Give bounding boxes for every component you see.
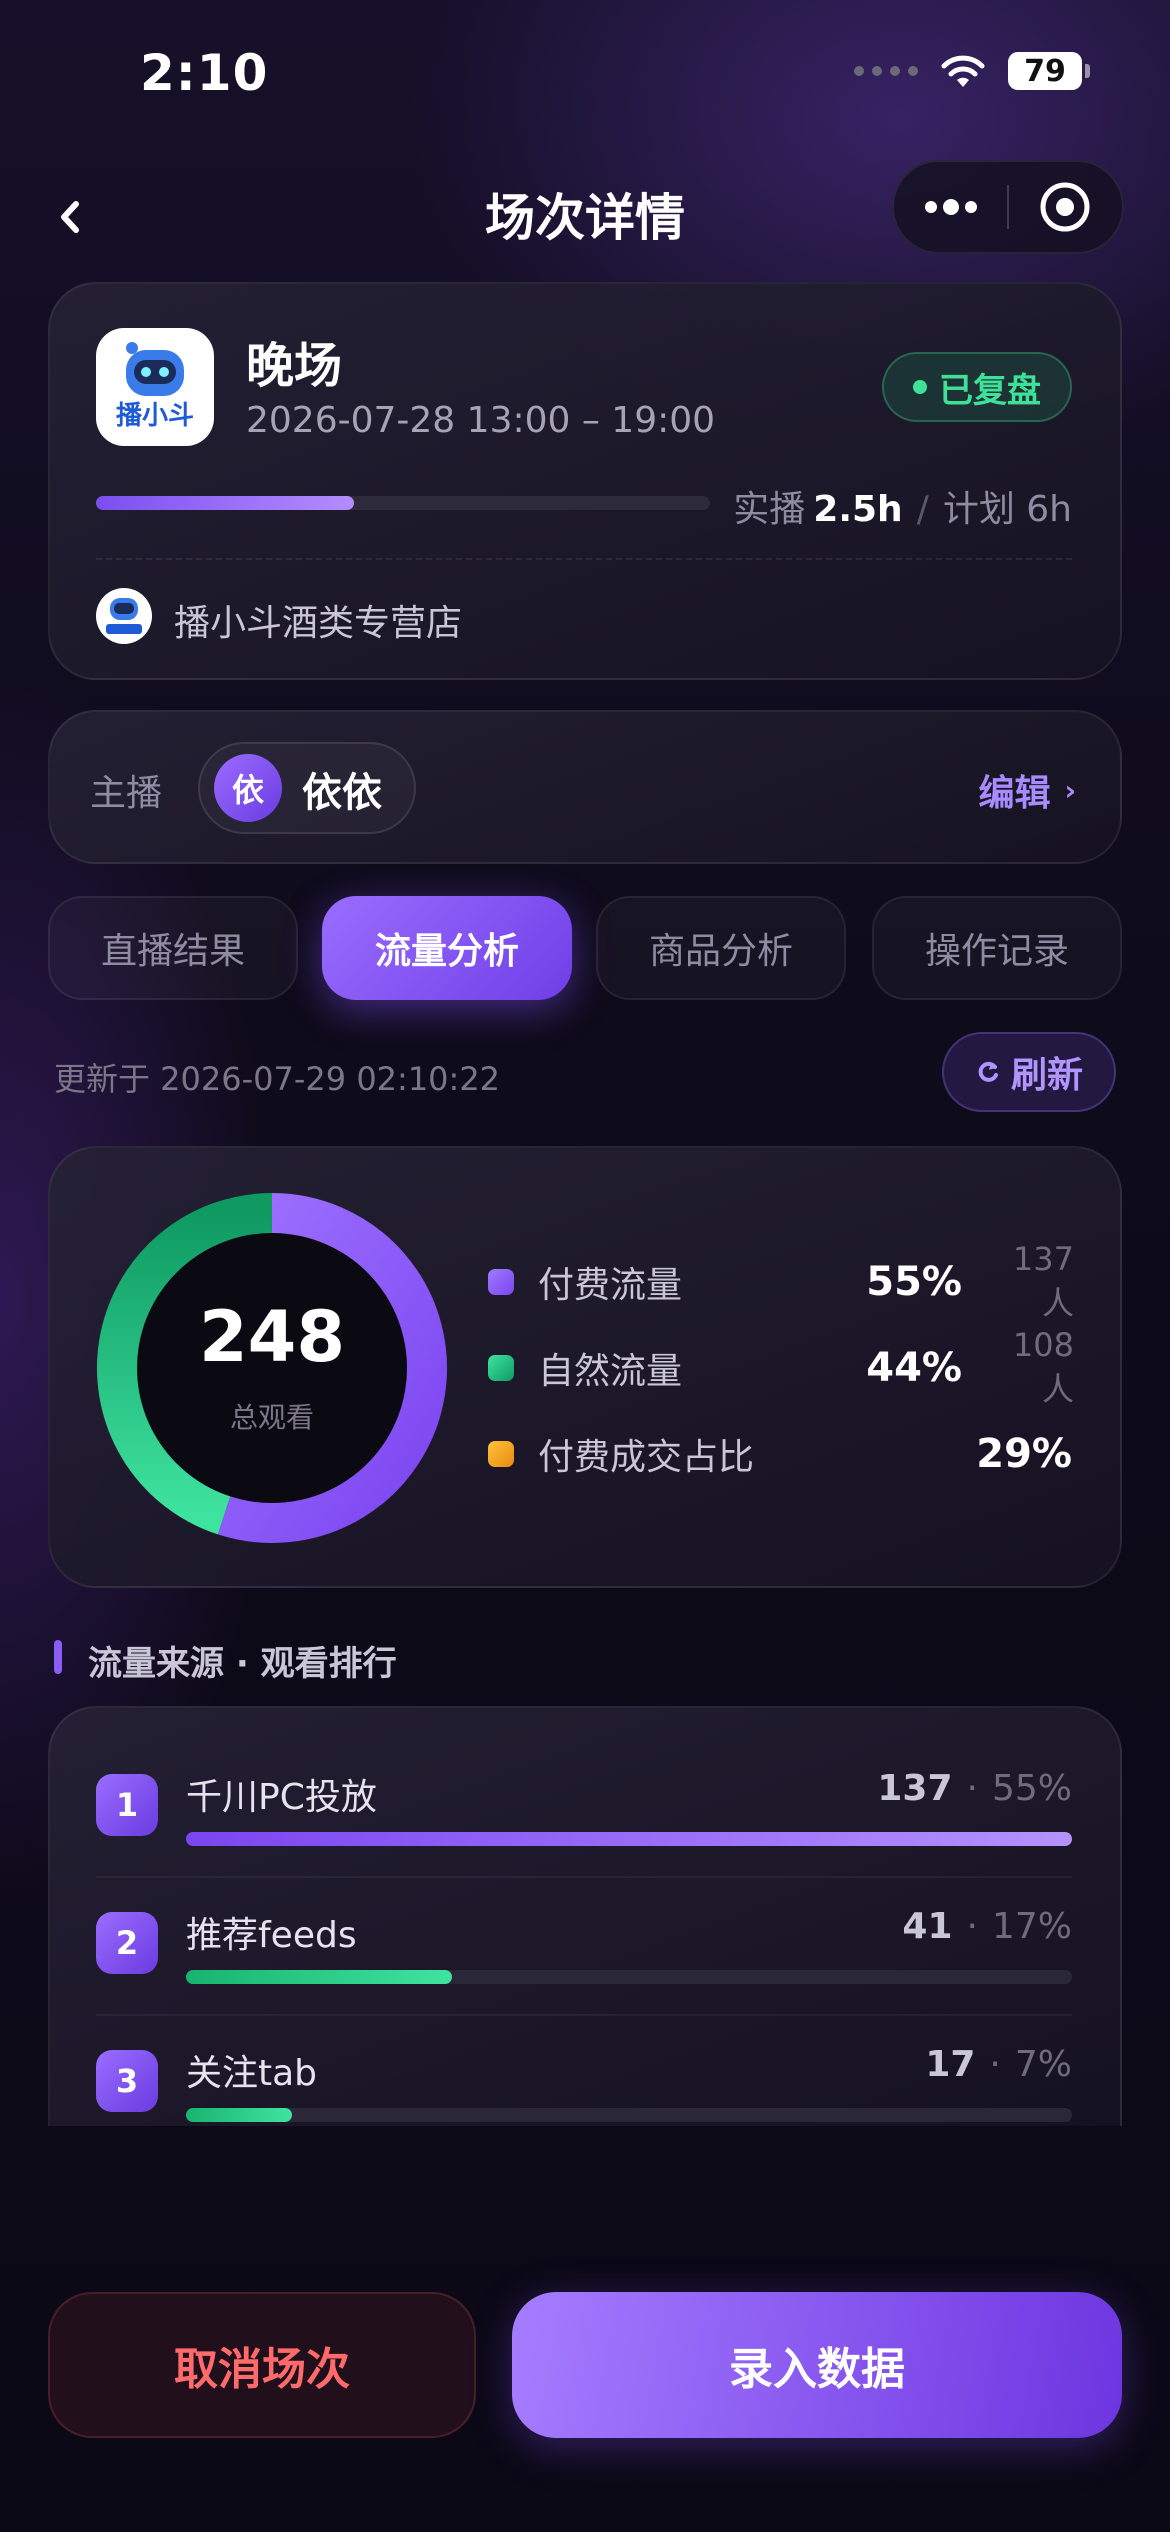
close-miniprogram-button[interactable] — [1009, 162, 1122, 252]
svg-text:播小斗: 播小斗 — [116, 401, 194, 431]
broadcast-progress-text: 实播 2.5h / 计划 6h — [733, 480, 1072, 532]
source-count: 41 — [902, 1906, 953, 1947]
edit-anchor-button[interactable]: 编辑 › — [978, 764, 1076, 816]
source-value: 41 · 17% — [902, 1906, 1072, 1947]
source-bar-track — [186, 2108, 1072, 2122]
store-avatar — [96, 588, 152, 644]
legend-paid: 付费流量 55% 137 人 — [488, 1240, 1074, 1322]
battery-level: 79 — [1008, 52, 1082, 90]
status-badge-label: 已复盘 — [939, 370, 1041, 411]
source-bar-fill — [186, 2108, 293, 2122]
refresh-icon — [978, 1061, 998, 1082]
value-dot: · — [966, 1906, 978, 1947]
wifi-icon — [941, 55, 985, 87]
actual-value: 2.5h — [813, 489, 903, 530]
legend-swatch-natural — [488, 1355, 514, 1381]
cancel-session-button[interactable]: 取消场次 — [48, 2292, 476, 2438]
status-badge: 已复盘 — [882, 352, 1072, 422]
source-pct: 7% — [1014, 2044, 1072, 2085]
section-accent-bar — [54, 1640, 62, 1674]
enter-data-button[interactable]: 录入数据 — [512, 2292, 1122, 2438]
legend-name: 付费成交占比 — [538, 1437, 755, 1478]
legend-pct: 55% — [866, 1259, 962, 1305]
legend-pct: 29% — [976, 1431, 1072, 1477]
source-value: 137 · 55% — [877, 1768, 1072, 1809]
legend-count: 137 人 — [1012, 1240, 1074, 1322]
source-pct: 55% — [991, 1768, 1072, 1809]
anchor-name: 依依 — [302, 770, 382, 816]
source-value: 17 · 7% — [925, 2044, 1072, 2085]
broadcast-progress-fill — [96, 496, 354, 510]
edit-label: 编辑 — [978, 773, 1051, 814]
tab-live-result[interactable]: 直播结果 — [48, 896, 298, 1000]
source-pct: 17% — [991, 1906, 1072, 1947]
rank-badge: 2 — [96, 1912, 158, 1974]
source-count: 137 — [877, 1768, 953, 1809]
store-name[interactable]: 播小斗酒类专营店 — [174, 594, 462, 646]
row-divider — [96, 2014, 1072, 2016]
legend-paid-conversion: 付费成交占比 29% — [488, 1424, 1074, 1484]
actual-label: 实播 — [733, 489, 806, 530]
mini-program-capsule — [892, 160, 1124, 254]
source-name: 关注tab — [186, 2053, 318, 2094]
legend-name: 自然流量 — [538, 1351, 683, 1392]
source-bar-fill — [186, 1970, 452, 1984]
tab-traffic-analysis[interactable]: 流量分析 — [322, 896, 572, 1000]
legend-swatch-paid — [488, 1269, 514, 1295]
legend-count: 108 人 — [1012, 1326, 1074, 1408]
source-name: 千川PC投放 — [186, 1777, 377, 1818]
row-divider — [96, 1876, 1072, 1878]
rank-badge: 3 — [96, 2050, 158, 2112]
divider — [96, 558, 1072, 560]
updated-timestamp: 更新于 2026-07-29 02:10:22 — [54, 1060, 501, 1098]
brand-logo: 播小斗 — [96, 328, 214, 446]
status-dot-icon — [913, 380, 927, 394]
battery-icon: 79 — [1008, 52, 1090, 90]
anchor-label: 主播 — [90, 773, 163, 814]
rank-badge: 1 — [96, 1774, 158, 1836]
section-title: 流量来源 · 观看排行 — [88, 1644, 397, 1684]
target-circle-icon — [1040, 182, 1090, 232]
more-dots-icon — [924, 199, 977, 215]
source-bar-fill — [186, 1832, 1072, 1846]
tab-product-analysis[interactable]: 商品分析 — [596, 896, 846, 1000]
refresh-button[interactable]: 刷新 — [942, 1032, 1116, 1112]
total-viewers: 248 — [198, 1296, 346, 1378]
refresh-label: 刷新 — [1010, 1055, 1083, 1096]
legend-name: 付费流量 — [538, 1265, 683, 1306]
more-button[interactable] — [894, 162, 1007, 252]
session-time-range: 2026-07-28 13:00 – 19:00 — [246, 400, 716, 441]
value-dot: · — [989, 2044, 1001, 2085]
anchor-avatar: 依 — [214, 754, 282, 822]
total-viewers-label: 总观看 — [229, 1401, 314, 1434]
signal-icon — [854, 66, 918, 76]
legend-natural: 自然流量 44% 108 人 — [488, 1326, 1074, 1408]
source-count: 17 — [925, 2044, 976, 2085]
progress-separator: / — [916, 489, 929, 530]
tab-operation-log[interactable]: 操作记录 — [872, 896, 1122, 1000]
source-name: 推荐feeds — [186, 1915, 357, 1956]
legend-pct: 44% — [866, 1345, 962, 1391]
session-title: 晚场 — [246, 338, 343, 394]
chevron-right-icon: › — [1064, 773, 1076, 807]
legend-swatch-conversion — [488, 1441, 514, 1467]
plan-label: 计划 6h — [942, 489, 1072, 530]
status-time: 2:10 — [140, 44, 269, 102]
value-dot: · — [966, 1768, 978, 1809]
status-icons: 79 — [854, 52, 1090, 90]
